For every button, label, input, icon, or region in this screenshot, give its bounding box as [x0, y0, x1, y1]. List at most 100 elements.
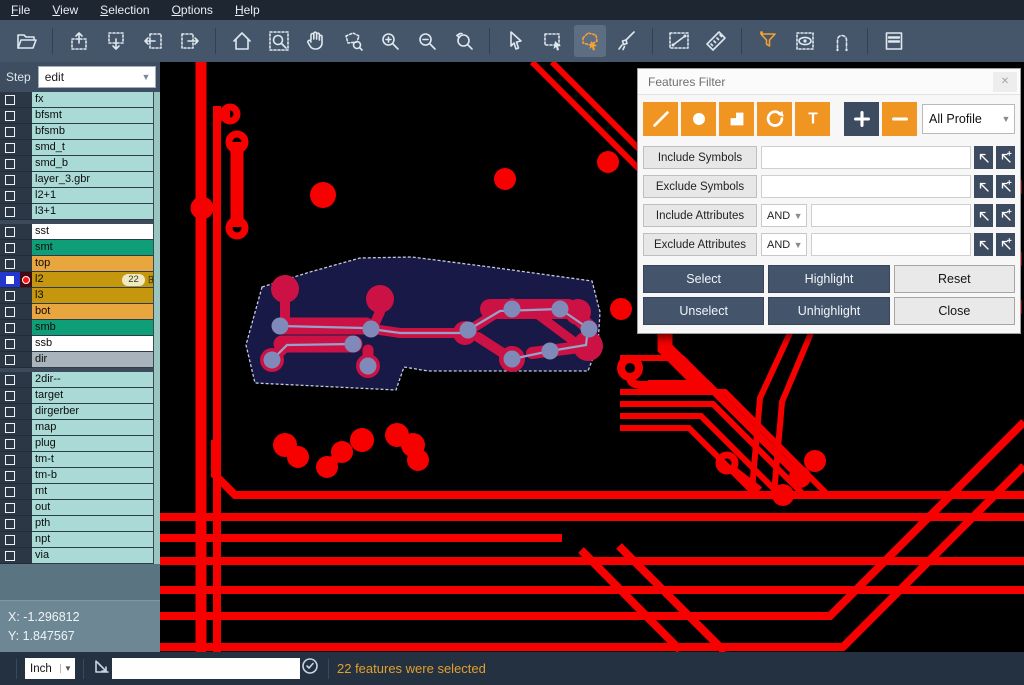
exclude-symbols-input[interactable]: [761, 175, 971, 198]
layer-name[interactable]: dir: [32, 352, 160, 368]
layer-name[interactable]: plug: [32, 436, 160, 452]
menu-help[interactable]: Help: [224, 0, 271, 20]
layer-name[interactable]: smd_b: [32, 156, 160, 172]
layer-row-smd_t[interactable]: smd_t: [0, 140, 160, 156]
layer-name[interactable]: tm-b: [32, 468, 160, 484]
layer-name[interactable]: top: [32, 256, 160, 272]
layer-row-tm-t[interactable]: tm-t: [0, 452, 160, 468]
layer-name[interactable]: layer_3.gbr: [32, 172, 160, 188]
layer-visibility-checkbox[interactable]: [0, 156, 20, 172]
unhighlight-button[interactable]: Unhighlight: [768, 297, 889, 325]
step-select[interactable]: edit ▼: [38, 66, 156, 88]
layer-visibility-checkbox[interactable]: [0, 468, 20, 484]
layer-row-sst[interactable]: sst: [0, 224, 160, 240]
layer-name[interactable]: 2dir--: [32, 372, 160, 388]
layer-row-bfsmt[interactable]: bfsmt: [0, 108, 160, 124]
remove-filter-button[interactable]: [882, 102, 917, 136]
pan-left-icon[interactable]: [137, 25, 169, 57]
layer-visibility-checkbox[interactable]: [0, 108, 20, 124]
layer-visibility-checkbox[interactable]: [0, 436, 20, 452]
surface-feature-button[interactable]: [719, 102, 754, 136]
layer-visibility-checkbox[interactable]: [0, 452, 20, 468]
layer-name[interactable]: smd_t: [32, 140, 160, 156]
view-options-icon[interactable]: [789, 25, 821, 57]
layers-panel-icon[interactable]: [878, 25, 910, 57]
layer-visibility-checkbox[interactable]: [0, 388, 20, 404]
layer-visibility-checkbox[interactable]: [0, 548, 20, 564]
measure-line-icon[interactable]: [663, 25, 695, 57]
layer-visibility-checkbox[interactable]: [0, 516, 20, 532]
layer-row-ssb[interactable]: ssb: [0, 336, 160, 352]
exclude-attributes-button[interactable]: Exclude Attributes: [643, 233, 757, 256]
layer-row-npt[interactable]: npt: [0, 532, 160, 548]
layer-row-pth[interactable]: pth: [0, 516, 160, 532]
layer-row-smd_b[interactable]: smd_b: [0, 156, 160, 172]
layer-name[interactable]: sst: [32, 224, 160, 240]
layer-row-2dir--[interactable]: 2dir--: [0, 372, 160, 388]
layer-name[interactable]: smt: [32, 240, 160, 256]
pick-add-attribute-icon[interactable]: [996, 233, 1015, 256]
layer-visibility-checkbox[interactable]: [0, 256, 20, 272]
layer-row-plug[interactable]: plug: [0, 436, 160, 452]
layer-name[interactable]: l222⊞: [32, 272, 160, 288]
select-button[interactable]: Select: [643, 265, 764, 293]
units-dropdown[interactable]: Inch ▼: [25, 658, 75, 679]
close-button[interactable]: Close: [894, 297, 1015, 325]
refresh-status-icon[interactable]: [300, 656, 320, 681]
home-view-icon[interactable]: [226, 25, 258, 57]
reset-button[interactable]: Reset: [894, 265, 1015, 293]
layer-name[interactable]: target: [32, 388, 160, 404]
layer-name[interactable]: via: [32, 548, 160, 564]
line-feature-button[interactable]: [643, 102, 678, 136]
layer-name[interactable]: npt: [32, 532, 160, 548]
layer-name[interactable]: dirgerber: [32, 404, 160, 420]
layer-row-tm-b[interactable]: tm-b: [0, 468, 160, 484]
zoom-in-icon[interactable]: [374, 25, 406, 57]
exclude-symbols-button[interactable]: Exclude Symbols: [643, 175, 757, 198]
layer-visibility-checkbox[interactable]: [0, 500, 20, 516]
layer-name[interactable]: bot: [32, 304, 160, 320]
pick-add-attribute-icon[interactable]: [996, 204, 1015, 227]
layer-visibility-checkbox[interactable]: [0, 140, 20, 156]
layer-visibility-checkbox[interactable]: [0, 420, 20, 436]
layer-row-l2+1[interactable]: l2+1: [0, 188, 160, 204]
include-attributes-input[interactable]: [811, 204, 971, 227]
pick-add-symbol-icon[interactable]: [996, 175, 1015, 198]
layer-name[interactable]: l3+1: [32, 204, 160, 220]
dialog-titlebar[interactable]: Features Filter ✕: [638, 69, 1020, 95]
layer-name[interactable]: l3: [32, 288, 160, 304]
layer-visibility-checkbox[interactable]: [0, 124, 20, 140]
layer-name[interactable]: smb: [32, 320, 160, 336]
layer-visibility-checkbox[interactable]: [0, 404, 20, 420]
layer-visibility-checkbox[interactable]: [0, 320, 20, 336]
layer-name[interactable]: fx: [32, 92, 160, 108]
pan-down-icon[interactable]: [100, 25, 132, 57]
layer-row-via[interactable]: via: [0, 548, 160, 564]
layer-row-mt[interactable]: mt: [0, 484, 160, 500]
select-cursor-icon[interactable]: [500, 25, 532, 57]
layer-visibility-checkbox[interactable]: [0, 92, 20, 108]
layer-row-l2[interactable]: l222⊞: [0, 272, 160, 288]
zoom-area-icon[interactable]: [337, 25, 369, 57]
layer-name[interactable]: ssb: [32, 336, 160, 352]
layer-visibility-checkbox[interactable]: [0, 204, 20, 220]
corner-measure-icon[interactable]: [92, 656, 112, 681]
layer-row-top[interactable]: top: [0, 256, 160, 272]
layer-visibility-checkbox[interactable]: [0, 304, 20, 320]
zoom-previous-icon[interactable]: [448, 25, 480, 57]
layer-visibility-checkbox[interactable]: [0, 272, 20, 288]
pick-symbol-icon[interactable]: [974, 146, 993, 169]
ruler-icon[interactable]: [700, 25, 732, 57]
layer-visibility-checkbox[interactable]: [0, 172, 20, 188]
pan-right-icon[interactable]: [174, 25, 206, 57]
rectangle-select-icon[interactable]: [537, 25, 569, 57]
layer-row-out[interactable]: out: [0, 500, 160, 516]
pick-add-symbol-icon[interactable]: [996, 146, 1015, 169]
arc-feature-button[interactable]: [757, 102, 792, 136]
pad-feature-button[interactable]: [681, 102, 716, 136]
layer-visibility-checkbox[interactable]: [0, 288, 20, 304]
layer-name[interactable]: out: [32, 500, 160, 516]
close-icon[interactable]: ✕: [993, 72, 1017, 92]
layer-name[interactable]: bfsmt: [32, 108, 160, 124]
include-symbols-button[interactable]: Include Symbols: [643, 146, 757, 169]
